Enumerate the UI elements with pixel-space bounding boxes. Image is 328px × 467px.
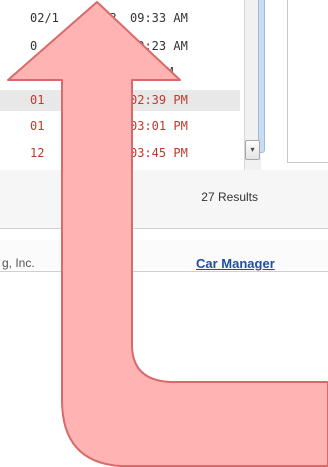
arrow-shape [7, 1, 328, 467]
curved-up-arrow-icon [7, 1, 328, 467]
